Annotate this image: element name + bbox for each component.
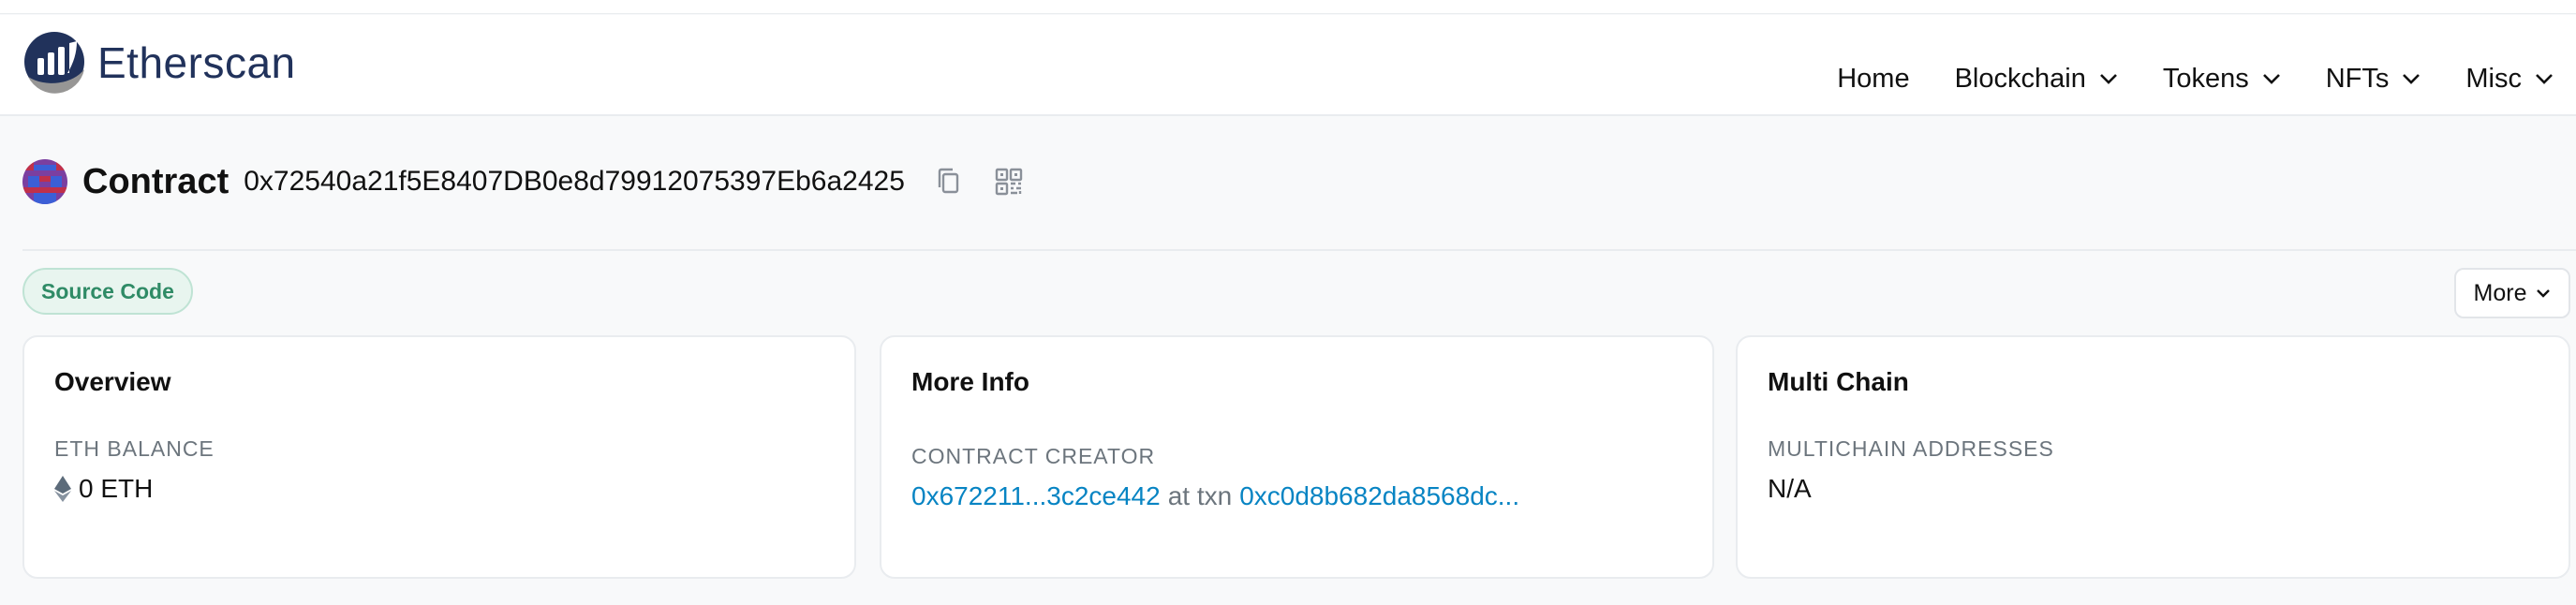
badge-label: Source Code bbox=[41, 278, 174, 303]
page-title: Contract bbox=[82, 161, 229, 201]
contract-creator-value: 0x672211...3c2ce442 at txn 0xc0d8b682da8… bbox=[911, 481, 1519, 511]
nav-item-label: Tokens bbox=[2162, 63, 2249, 94]
chevron-down-icon bbox=[2403, 74, 2421, 84]
site-header: Etherscan Home Blockchain Tokens NFTs Mi… bbox=[0, 15, 2576, 116]
creator-address-link[interactable]: 0x672211...3c2ce442 bbox=[911, 481, 1161, 511]
top-bar bbox=[0, 0, 2576, 14]
multi-chain-card: Multi Chain MULTICHAIN ADDRESSES N/A bbox=[1736, 335, 2570, 579]
chevron-down-icon bbox=[2537, 289, 2551, 298]
overview-card: Overview ETH BALANCE 0 ETH bbox=[22, 335, 856, 579]
at-txn-text: at txn bbox=[1167, 481, 1233, 510]
nav-item-nfts[interactable]: NFTs bbox=[2326, 64, 2421, 95]
card-title: Overview bbox=[54, 367, 171, 396]
card-title: Multi Chain bbox=[1768, 367, 1909, 396]
eth-balance-value: 0 ETH bbox=[54, 474, 153, 504]
nav-item-label: Misc bbox=[2465, 63, 2522, 94]
more-button-label: More bbox=[2473, 279, 2527, 306]
card-title: More Info bbox=[911, 367, 1029, 396]
more-button[interactable]: More bbox=[2454, 268, 2570, 318]
more-info-card: More Info CONTRACT CREATOR 0x672211...3c… bbox=[880, 335, 1714, 579]
page-title-row: Contract 0x72540a21f5E8407DB0e8d79912075… bbox=[22, 155, 1025, 208]
eth-balance-text: 0 ETH bbox=[79, 474, 154, 503]
site-logo[interactable]: Etherscan bbox=[22, 30, 296, 96]
contract-address: 0x72540a21f5E8407DB0e8d79912075397Eb6a24… bbox=[244, 166, 905, 197]
qr-code-icon[interactable] bbox=[993, 166, 1025, 198]
copy-icon[interactable] bbox=[933, 166, 965, 198]
nav-item-tokens[interactable]: Tokens bbox=[2163, 64, 2281, 95]
nav-item-misc[interactable]: Misc bbox=[2465, 64, 2554, 95]
contract-avatar bbox=[22, 159, 67, 204]
main-nav: Home Blockchain Tokens NFTs Misc bbox=[1792, 47, 2576, 111]
chevron-down-icon bbox=[2099, 74, 2117, 84]
contract-creator-label: CONTRACT CREATOR bbox=[911, 444, 1156, 468]
nav-item-home[interactable]: Home bbox=[1837, 64, 1909, 95]
nav-item-label: NFTs bbox=[2325, 63, 2390, 94]
eth-balance-label: ETH BALANCE bbox=[54, 436, 215, 461]
etherscan-logo-icon bbox=[24, 32, 84, 94]
multichain-addresses-value: N/A bbox=[1768, 474, 1812, 503]
nav-item-label: Home bbox=[1837, 63, 1910, 94]
chevron-down-icon bbox=[2536, 74, 2553, 84]
chevron-down-icon bbox=[2262, 74, 2280, 84]
logo-text: Etherscan bbox=[97, 38, 296, 87]
source-code-badge[interactable]: Source Code bbox=[22, 268, 193, 315]
nav-item-blockchain[interactable]: Blockchain bbox=[1955, 64, 2118, 95]
multichain-addresses-label: MULTICHAIN ADDRESSES bbox=[1768, 436, 2054, 461]
ethereum-icon bbox=[54, 476, 71, 502]
nav-item-label: Blockchain bbox=[1954, 63, 2086, 94]
section-divider bbox=[22, 249, 2576, 251]
creation-txn-link[interactable]: 0xc0d8b682da8568dc... bbox=[1239, 481, 1519, 511]
